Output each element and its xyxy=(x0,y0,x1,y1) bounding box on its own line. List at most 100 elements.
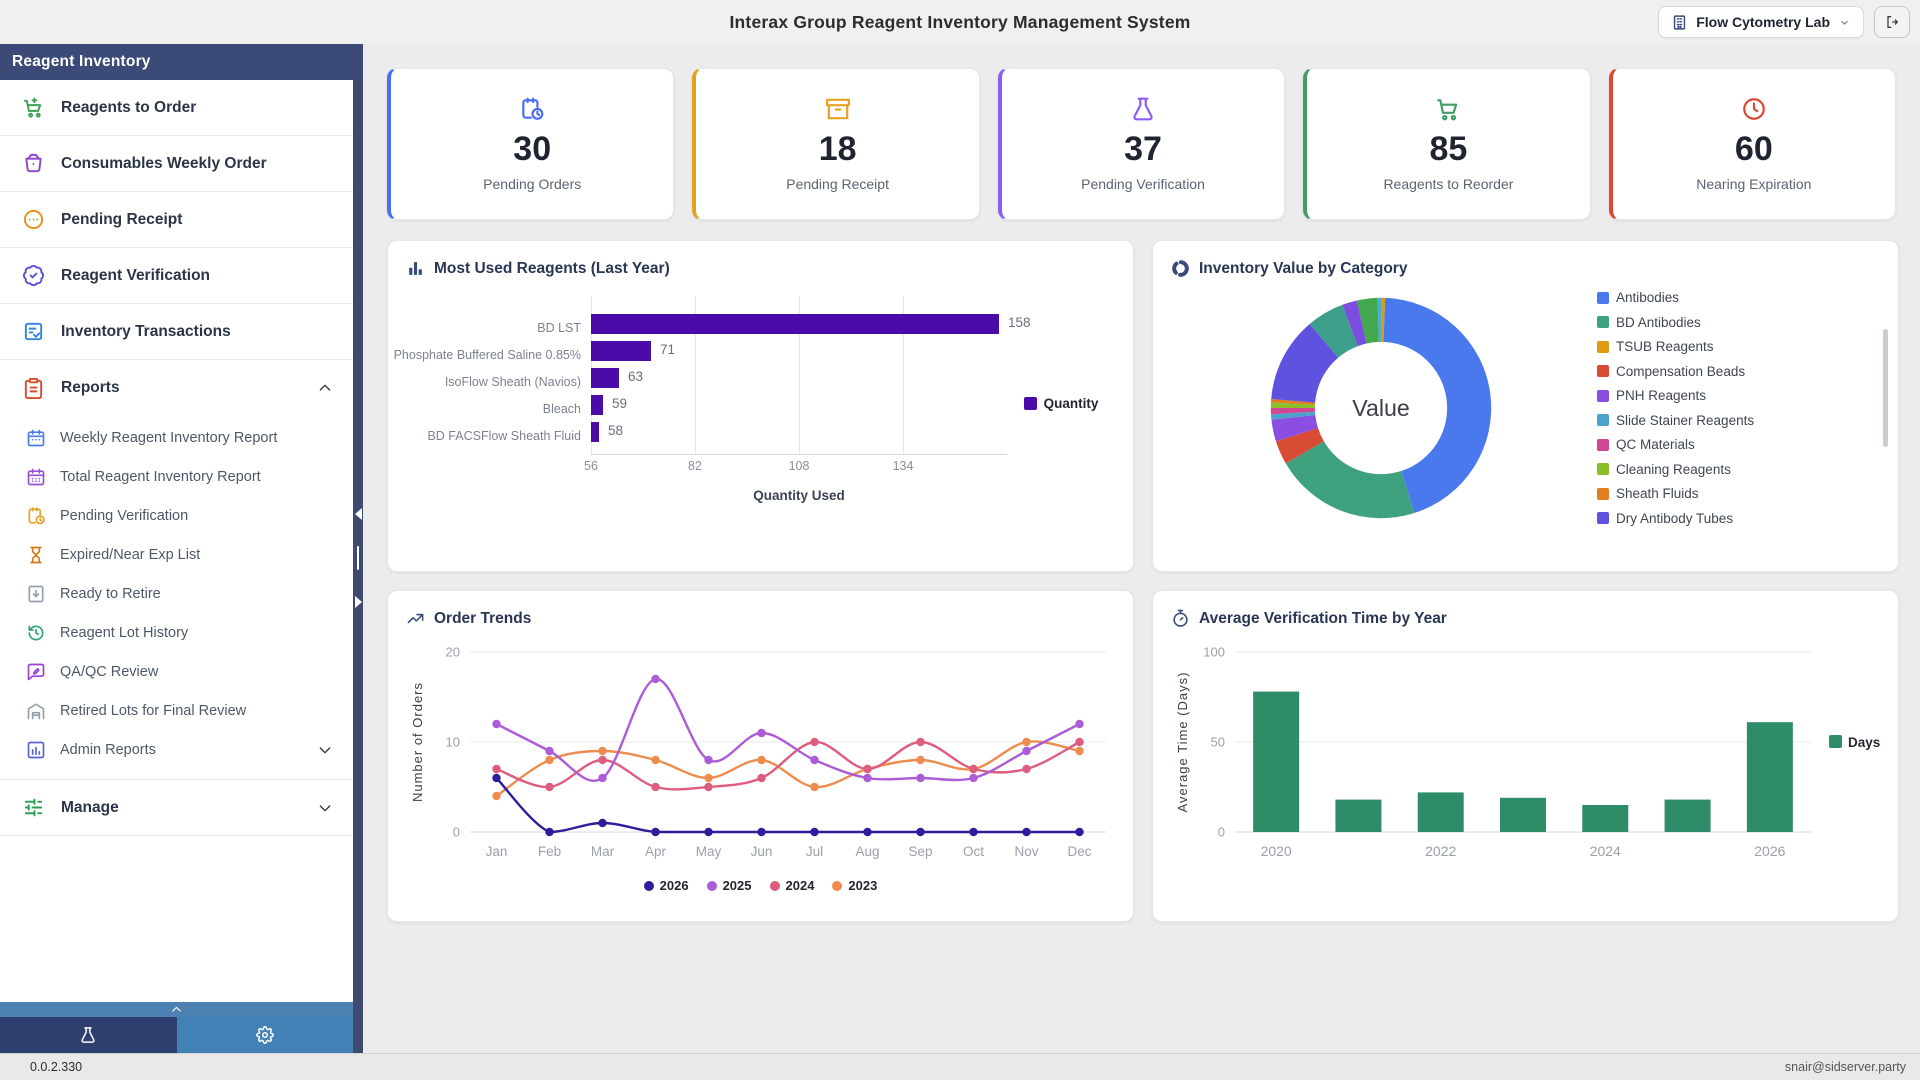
chart-box-icon xyxy=(26,740,46,760)
data-point-2025 xyxy=(651,675,659,683)
legend-swatch xyxy=(1597,414,1609,426)
bar-row-bd-lst: 158 xyxy=(591,314,1007,334)
sidebar-item-pending-verification[interactable]: Pending Verification xyxy=(0,496,353,535)
legend-item-compensation-beads[interactable]: Compensation Beads xyxy=(1597,364,1880,379)
legend-item-2023[interactable]: 2023 xyxy=(832,878,877,893)
sidebar-item-admin-reports[interactable]: Admin Reports xyxy=(0,730,353,769)
sidebar-item-manage[interactable]: Manage xyxy=(0,780,353,836)
data-point-2023 xyxy=(651,756,659,764)
clipboard-check-icon xyxy=(22,320,45,343)
sidebar-item-weekly-reagent-inventory-report[interactable]: Weekly Reagent Inventory Report xyxy=(0,418,353,457)
sidebar: Reagent Inventory Reagents to OrderConsu… xyxy=(0,44,363,1053)
legend-label: TSUB Reagents xyxy=(1616,339,1714,354)
sidebar-resize-strip[interactable] xyxy=(353,80,363,1053)
legend-swatch xyxy=(707,881,717,891)
data-point-2026 xyxy=(863,828,871,836)
resize-grip-icon[interactable] xyxy=(357,546,360,570)
bar-2026 xyxy=(1747,722,1793,832)
data-point-2024 xyxy=(757,774,765,782)
sidebar-item-reports[interactable]: Reports xyxy=(0,360,353,416)
sidebar-item-label: Inventory Transactions xyxy=(61,323,333,341)
legend-item-antibodies[interactable]: Antibodies xyxy=(1597,290,1880,305)
bar-value-label: 158 xyxy=(1008,315,1031,330)
legend-label: Cleaning Reagents xyxy=(1616,462,1731,477)
legend-item-2025[interactable]: 2025 xyxy=(707,878,752,893)
legend-scrollbar[interactable] xyxy=(1883,329,1888,447)
data-point-2026 xyxy=(598,819,606,827)
stat-label: Pending Receipt xyxy=(786,176,889,192)
stat-card-pending-receipt: 18Pending Receipt xyxy=(692,68,979,220)
bar-value-label: 59 xyxy=(612,396,627,411)
sidebar-collapse-bar[interactable] xyxy=(0,1002,353,1017)
sidebar-item-label: Total Reagent Inventory Report xyxy=(60,469,333,485)
data-point-2026 xyxy=(651,828,659,836)
x-tick-label: May xyxy=(696,844,722,859)
legend-label: Slide Stainer Reagents xyxy=(1616,413,1754,428)
sidebar-item-retired-lots-for-final-review[interactable]: Retired Lots for Final Review xyxy=(0,691,353,730)
legend-item-qc-materials[interactable]: QC Materials xyxy=(1597,437,1880,452)
data-point-2025 xyxy=(545,747,553,755)
stat-cards-row: 30Pending Orders18Pending Receipt37Pendi… xyxy=(387,68,1896,220)
line-chart-svg: 01020JanFebMarAprMayJunJulAugSepOctNovDe… xyxy=(406,636,1115,874)
data-point-2024 xyxy=(598,756,606,764)
data-point-2024 xyxy=(810,738,818,746)
sidebar-item-pending-receipt[interactable]: Pending Receipt xyxy=(0,192,353,248)
legend-item-dry-antibody-tubes[interactable]: Dry Antibody Tubes xyxy=(1597,511,1880,526)
sidebar-item-reagent-lot-history[interactable]: Reagent Lot History xyxy=(0,613,353,652)
sidebar-item-label: Reports xyxy=(61,379,301,397)
sidebar-item-reagents-to-order[interactable]: Reagents to Order xyxy=(0,80,353,136)
sidebar-item-ready-to-retire[interactable]: Ready to Retire xyxy=(0,574,353,613)
legend-item-sheath-fluids[interactable]: Sheath Fluids xyxy=(1597,486,1880,501)
data-point-2023 xyxy=(492,792,500,800)
collapse-left-icon[interactable] xyxy=(355,508,362,520)
chart-title-text: Inventory Value by Category xyxy=(1199,260,1407,278)
bar xyxy=(591,395,603,415)
x-tick-label: Dec xyxy=(1067,844,1091,859)
data-point-2026 xyxy=(1022,828,1030,836)
donut-center-label: Value xyxy=(1352,395,1410,421)
expand-right-icon[interactable] xyxy=(355,596,362,608)
bar-2022 xyxy=(1418,792,1464,832)
chart-order-trends: Order Trends01020JanFebMarAprMayJunJulAu… xyxy=(387,590,1134,922)
sidebar-item-inventory-transactions[interactable]: Inventory Transactions xyxy=(0,304,353,360)
legend-item-quantity[interactable]: Quantity xyxy=(1007,304,1115,503)
x-tick-label: 2020 xyxy=(1261,843,1292,859)
stat-value: 85 xyxy=(1430,132,1468,166)
lab-selector-button[interactable]: Flow Cytometry Lab xyxy=(1658,6,1864,38)
legend-item-tsub-reagents[interactable]: TSUB Reagents xyxy=(1597,339,1880,354)
chart-title-text: Average Verification Time by Year xyxy=(1199,610,1447,628)
legend-item-slide-stainer-reagents[interactable]: Slide Stainer Reagents xyxy=(1597,413,1880,428)
legend-item-bd-antibodies[interactable]: BD Antibodies xyxy=(1597,315,1880,330)
legend-swatch xyxy=(832,881,842,891)
legend-item-pnh-reagents[interactable]: PNH Reagents xyxy=(1597,388,1880,403)
sidebar-item-qa-qc-review[interactable]: QA/QC Review xyxy=(0,652,353,691)
legend-item-2026[interactable]: 2026 xyxy=(644,878,689,893)
header-actions: Flow Cytometry Lab xyxy=(1658,6,1910,38)
legend-label: Compensation Beads xyxy=(1616,364,1745,379)
sidebar-item-total-reagent-inventory-report[interactable]: Total Reagent Inventory Report xyxy=(0,457,353,496)
legend-swatch xyxy=(1829,735,1842,748)
data-point-2024 xyxy=(704,783,712,791)
sidebar-item-expired-near-exp-list[interactable]: Expired/Near Exp List xyxy=(0,535,353,574)
page-title: Interax Group Reagent Inventory Manageme… xyxy=(729,12,1190,33)
data-point-2025 xyxy=(810,756,818,764)
sidebar-item-reagent-verification[interactable]: Reagent Verification xyxy=(0,248,353,304)
legend-label: Days xyxy=(1848,735,1880,750)
legend-item-cleaning-reagents[interactable]: Cleaning Reagents xyxy=(1597,462,1880,477)
sidebar-tab-settings[interactable] xyxy=(177,1017,354,1053)
bar-value-label: 71 xyxy=(660,342,675,357)
data-point-2026 xyxy=(545,828,553,836)
sidebar-item-consumables-weekly-order[interactable]: Consumables Weekly Order xyxy=(0,136,353,192)
sidebar-tab-lab[interactable] xyxy=(0,1017,177,1053)
legend-swatch xyxy=(770,881,780,891)
sidebar-bottom-tabs xyxy=(0,1017,353,1053)
logout-button[interactable] xyxy=(1874,6,1910,38)
legend-swatch xyxy=(1597,439,1609,451)
timer-icon xyxy=(1171,609,1190,628)
x-tick-label: Jun xyxy=(751,844,773,859)
chevron-down-icon xyxy=(1838,16,1851,29)
data-point-2023 xyxy=(916,756,924,764)
legend-item-2024[interactable]: 2024 xyxy=(770,878,815,893)
legend-swatch xyxy=(1597,390,1609,402)
stat-label: Reagents to Reorder xyxy=(1383,176,1513,192)
